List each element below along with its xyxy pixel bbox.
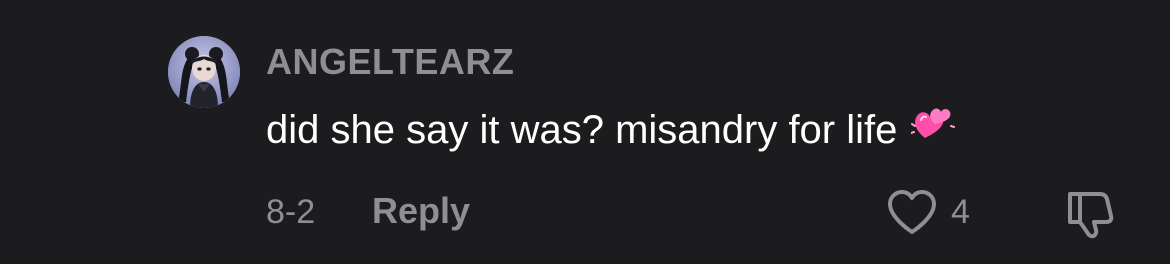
- two-hearts-emoji: [910, 102, 956, 155]
- like-count: 4: [951, 193, 970, 231]
- comment-footer: 8-2 Reply 4: [0, 188, 1170, 240]
- comment-item: ANGELTEARZ did she say it was? misandry …: [0, 0, 1170, 264]
- reply-button[interactable]: Reply: [372, 190, 470, 232]
- thumbs-down-icon: [1068, 192, 1114, 239]
- comment-body: did she say it was? misandry for life: [266, 102, 956, 156]
- avatar[interactable]: [168, 36, 240, 108]
- comment-text: did she say it was? misandry for life: [266, 108, 898, 152]
- comment-date: 8-2: [266, 193, 316, 231]
- dislike-button[interactable]: [1064, 188, 1120, 240]
- heart-outline-icon: [888, 190, 936, 234]
- avatar-image: [168, 36, 240, 108]
- comment-username[interactable]: ANGELTEARZ: [266, 40, 514, 84]
- like-button[interactable]: [886, 188, 938, 236]
